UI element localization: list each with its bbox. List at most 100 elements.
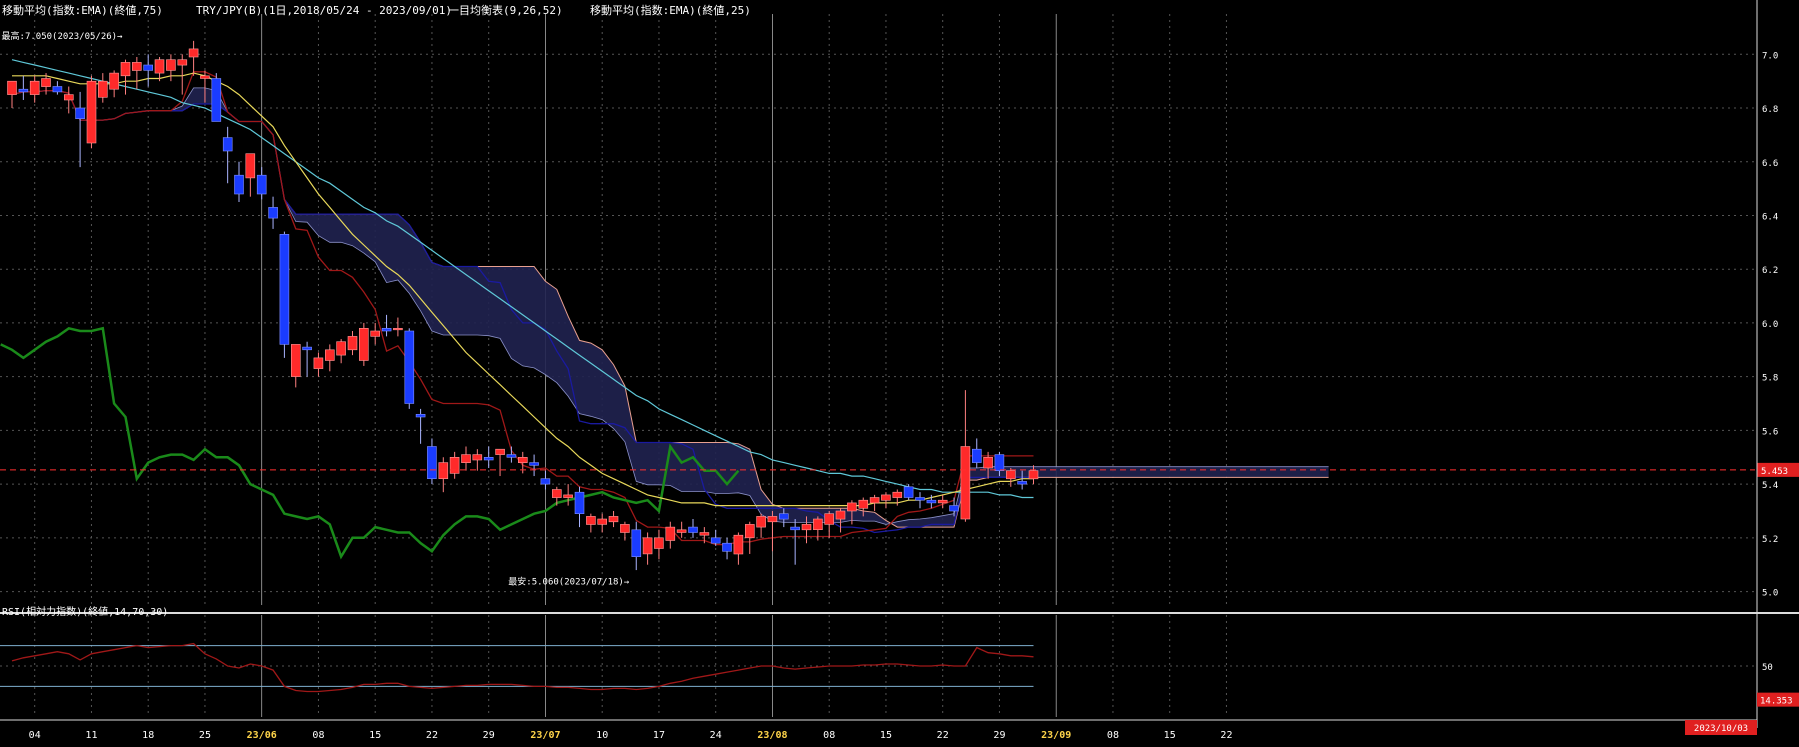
x-tick-label: 22	[1220, 730, 1232, 741]
candle-body	[120, 62, 131, 77]
candle-up	[960, 390, 971, 522]
candle-body	[858, 499, 869, 509]
pair-legend: TRY/JPY(B)(1日,2018/05/24 - 2023/09/01)	[196, 4, 453, 17]
candle-body	[7, 80, 17, 95]
candle-body	[438, 462, 449, 480]
candle-body	[18, 88, 29, 93]
candle-up	[120, 59, 131, 95]
low-annotation: 最安:5.060(2023/07/18)→	[508, 575, 630, 587]
candle-body	[551, 489, 562, 498]
candle-up	[767, 510, 778, 552]
last-price-label: 5.453	[1761, 467, 1788, 477]
candle-up	[109, 70, 119, 98]
candle-body	[483, 456, 494, 461]
x-tick-label: 04	[29, 730, 41, 741]
candle-down	[143, 54, 153, 87]
candle-body	[881, 494, 891, 501]
candle-body	[336, 341, 346, 356]
x-tick-label: 23/07	[530, 730, 560, 741]
candle-up	[7, 80, 17, 109]
candle-up	[495, 448, 505, 477]
candle-down	[710, 529, 721, 546]
candle-body	[597, 518, 608, 525]
candle-body	[41, 78, 51, 87]
candle-body	[688, 526, 698, 533]
candle-body	[109, 72, 119, 90]
chart-svg: 7.0 6.8 6.6 6.4 6.2 6.0 5.8 5.6 5.4 5.2 5.0 04 11 18 2…	[0, 0, 1799, 741]
candle-body	[415, 413, 426, 418]
candle-body	[926, 499, 937, 504]
candle-down	[18, 75, 29, 100]
candle-body	[256, 174, 267, 195]
candle-body	[949, 505, 959, 512]
rsi-legend: RSI(相対力指数)(終値,14,70,30)	[2, 605, 168, 618]
candle-body	[1005, 470, 1016, 480]
candle-up	[188, 40, 199, 76]
candle-down	[529, 454, 539, 477]
candle-down	[722, 537, 732, 560]
candle-up	[744, 521, 755, 554]
candle-up	[336, 339, 346, 364]
x-tick-label: 23/09	[1041, 730, 1071, 741]
candle-body	[472, 454, 483, 461]
candle-up	[438, 457, 449, 493]
candle-body	[427, 446, 437, 480]
x-tick-label: 15	[880, 730, 892, 741]
candle-body	[608, 516, 619, 523]
candle-body	[756, 516, 766, 528]
candle-up	[642, 532, 653, 565]
x-tick-label: 17	[653, 730, 665, 741]
candle-up	[869, 494, 880, 511]
candle-up	[29, 75, 40, 103]
candle-up	[132, 56, 142, 90]
x-tick-label: 23/06	[247, 730, 277, 741]
x-tick-label: 25	[199, 730, 211, 741]
candle-up	[347, 330, 358, 356]
candle-body	[971, 448, 982, 463]
candle-body	[324, 349, 335, 361]
candle-down	[506, 446, 517, 463]
candle-body	[801, 524, 812, 531]
candle-body	[222, 137, 233, 152]
candle-up	[824, 510, 835, 538]
candle-up	[98, 73, 108, 103]
candle-body	[506, 454, 517, 458]
ichimoku-legend: 一目均衡表(9,26,52)	[448, 4, 563, 17]
candle-body	[654, 537, 664, 549]
chart-root: 7.0 6.8 6.6 6.4 6.2 6.0 5.8 5.6 5.4 5.2 5.0 04 11 18 2…	[0, 0, 1799, 743]
x-tick-label: 08	[823, 730, 835, 741]
candle-up	[586, 513, 596, 533]
x-tick-label: 15	[1164, 730, 1176, 741]
candle-down	[971, 438, 982, 468]
candle-body	[903, 486, 914, 498]
candle-down	[222, 126, 233, 184]
y-tick-label: 6.6	[1762, 159, 1778, 169]
candle-up	[86, 75, 97, 149]
candle-body	[268, 207, 278, 219]
candle-body	[370, 330, 381, 337]
candle-body	[1017, 481, 1027, 485]
high-annotation: 最高:7.050(2023/05/26)→	[2, 30, 124, 42]
candle-up	[597, 513, 608, 533]
candle-body	[404, 330, 415, 404]
candle-body	[313, 357, 324, 369]
candle-up	[1005, 467, 1016, 487]
candle-down	[256, 167, 267, 200]
candle-up	[620, 521, 630, 541]
candle-up	[654, 529, 664, 560]
x-tick-label: 18	[142, 730, 154, 741]
candle-body	[960, 446, 971, 520]
candle-down	[903, 484, 914, 501]
candle-body	[358, 327, 369, 361]
candle-body	[188, 48, 199, 58]
y-tick-label: 6.8	[1762, 105, 1778, 115]
candle-body	[574, 491, 585, 515]
candle-body	[665, 526, 676, 541]
x-tick-label: 10	[596, 730, 608, 741]
y-tick-label: 6.2	[1762, 266, 1778, 276]
candle-up	[313, 352, 324, 377]
x-tick-label: 29	[993, 730, 1005, 741]
y-tick-label: 5.0	[1762, 589, 1778, 599]
candle-body	[824, 513, 835, 525]
x-tick-label: 22	[426, 730, 438, 741]
